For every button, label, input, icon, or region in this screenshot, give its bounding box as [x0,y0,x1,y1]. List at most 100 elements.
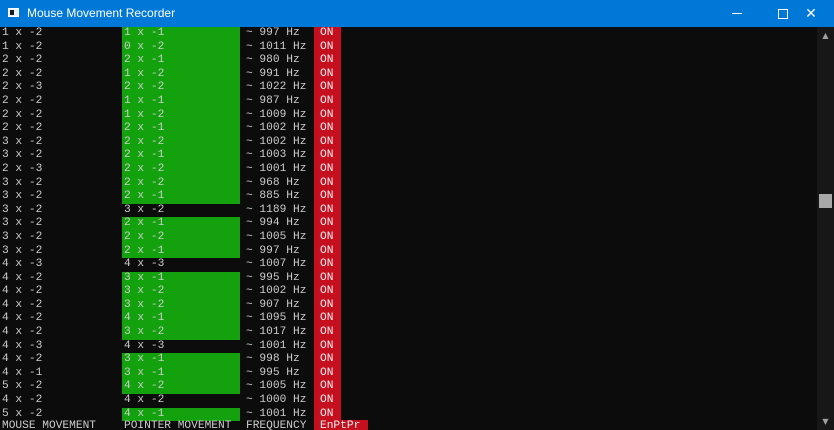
mouse-movement-value: 2 x -2 [2,108,43,121]
record-row: 3 x -2 3 x -2 ~ 1189 Hz ON [0,203,817,218]
pointer-movement-value: 4 x -2 [122,380,240,395]
record-row: 4 x -2 3 x -2 ~ 907 Hz ON [0,298,817,313]
record-row: 4 x -2 3 x -1 ~ 995 Hz ON [0,271,817,286]
minimize-icon [732,13,742,14]
mouse-movement-value: 4 x -2 [2,312,43,325]
console-output[interactable]: 1 x -2 1 x -1 ~ 997 Hz ON 1 x -2 0 x -2 ~ 1011… [0,27,817,430]
record-row: 4 x -2 3 x -2 ~ 1017 Hz ON [0,326,817,340]
mouse-movement-value: 2 x -3 [2,81,43,94]
minimize-button[interactable] [714,0,760,27]
status-badge: ON [314,203,341,218]
mouse-movement-value: 4 x -2 [2,394,43,407]
status-badge: ON [314,27,341,41]
scroll-thumb[interactable] [819,194,832,208]
record-row: 5 x -2 4 x -2 ~ 1005 Hz ON [0,380,817,395]
maximize-icon [778,9,788,19]
status-badge: ON [314,380,341,395]
record-row: 4 x -1 3 x -1 ~ 995 Hz ON [0,366,817,381]
record-row: 3 x -2 2 x -2 ~ 1005 Hz ON [0,230,817,245]
close-button[interactable]: ✕ [788,0,834,27]
pointer-movement-value: 2 x -2 [122,162,240,177]
pointer-movement-value: 2 x -2 [122,135,240,150]
pointer-movement-value: 3 x -2 [124,203,165,216]
pointer-movement-value: 3 x -2 [122,326,240,340]
status-badge: ON [314,312,341,327]
mouse-movement-value: 4 x -2 [2,271,43,284]
pointer-movement-value: 4 x -3 [124,258,165,271]
pointer-movement-value: 2 x -2 [122,81,240,95]
mouse-movement-value: 2 x -3 [2,162,43,175]
record-row: 2 x -2 1 x -1 ~ 987 Hz ON [0,94,817,109]
pointer-movement-value: 1 x -1 [122,94,240,109]
frequency-value: ~ 885 Hz [246,190,300,203]
pointer-movement-value: 0 x -2 [122,40,240,55]
mouse-movement-value: 4 x -2 [2,353,43,366]
frequency-value: ~ 1002 Hz [246,122,307,135]
status-badge: ON [314,244,341,259]
frequency-value: ~ 997 Hz [246,244,300,257]
pointer-movement-value: 4 x -2 [124,394,165,407]
status-badge: ON [314,67,341,82]
frequency-value: ~ 1001 Hz [246,162,307,175]
frequency-value: ~ 1005 Hz [246,230,307,243]
mouse-movement-value: 2 x -2 [2,54,43,67]
pointer-movement-value: 2 x -2 [122,230,240,245]
record-row: 2 x -2 1 x -2 ~ 1009 Hz ON [0,108,817,123]
status-badge: ON [314,190,341,204]
frequency-value: ~ 1002 Hz [246,135,307,148]
scroll-up-arrow-icon[interactable]: ▲ [817,27,834,44]
vertical-scrollbar[interactable]: ▲ ▼ [817,27,834,430]
frequency-value: ~ 987 Hz [246,94,300,107]
mouse-movement-value: 5 x -2 [2,380,43,393]
header-pointer-movement: POINTER MOVEMENT [124,420,232,430]
pointer-movement-value: 2 x -2 [122,176,240,191]
record-row: 4 x -2 3 x -1 ~ 998 Hz ON [0,353,817,367]
header-mouse-movement: MOUSE MOVEMENT [2,420,96,430]
mouse-movement-value: 4 x -2 [2,326,43,339]
record-row: 2 x -2 1 x -2 ~ 991 Hz ON [0,67,817,82]
close-icon: ✕ [805,6,817,22]
status-badge: ON [314,353,341,367]
mouse-movement-value: 3 x -2 [2,190,43,203]
frequency-value: ~ 1011 Hz [246,40,307,53]
frequency-value: ~ 1189 Hz [246,203,307,216]
frequency-value: ~ 1003 Hz [246,149,307,162]
scroll-down-arrow-icon[interactable]: ▼ [817,413,834,430]
pointer-movement-value: 1 x -1 [122,27,240,41]
title-bar[interactable]: Mouse Movement Recorder ✕ [0,0,834,27]
status-badge: ON [314,326,341,340]
frequency-value: ~ 995 Hz [246,271,300,284]
frequency-value: ~ 1001 Hz [246,339,307,352]
status-badge: ON [314,217,341,231]
frequency-value: ~ 998 Hz [246,353,300,366]
status-badge: ON [314,176,341,191]
pointer-movement-value: 3 x -1 [122,271,240,286]
frequency-value: ~ 1002 Hz [246,285,307,298]
mouse-movement-value: 4 x -2 [2,285,43,298]
mouse-movement-value: 1 x -2 [2,27,43,39]
mouse-movement-value: 3 x -2 [2,149,43,162]
frequency-value: ~ 968 Hz [246,176,300,189]
status-badge: ON [314,339,341,354]
console-app-icon[interactable] [8,8,19,17]
window-title: Mouse Movement Recorder [27,6,176,20]
mouse-movement-value: 3 x -2 [2,217,43,230]
status-badge: ON [314,285,341,299]
record-row: 2 x -2 2 x -1 ~ 980 Hz ON [0,54,817,68]
pointer-movement-value: 2 x -1 [122,244,240,259]
status-badge: ON [314,108,341,123]
frequency-value: ~ 1009 Hz [246,108,307,121]
frequency-value: ~ 1007 Hz [246,258,307,271]
pointer-movement-value: 3 x -1 [122,353,240,367]
record-row: 2 x -3 2 x -2 ~ 1001 Hz ON [0,162,817,177]
frequency-value: ~ 980 Hz [246,54,300,67]
mouse-movement-value: 3 x -2 [2,230,43,243]
pointer-movement-value: 2 x -1 [122,217,240,231]
frequency-value: ~ 1017 Hz [246,326,307,339]
mouse-movement-value: 1 x -2 [2,40,43,53]
status-badge: ON [314,94,341,109]
status-badge: ON [314,298,341,313]
mouse-movement-value: 4 x -1 [2,366,43,379]
mouse-movement-value: 4 x -2 [2,298,43,311]
mouse-movement-value: 4 x -3 [2,258,43,271]
